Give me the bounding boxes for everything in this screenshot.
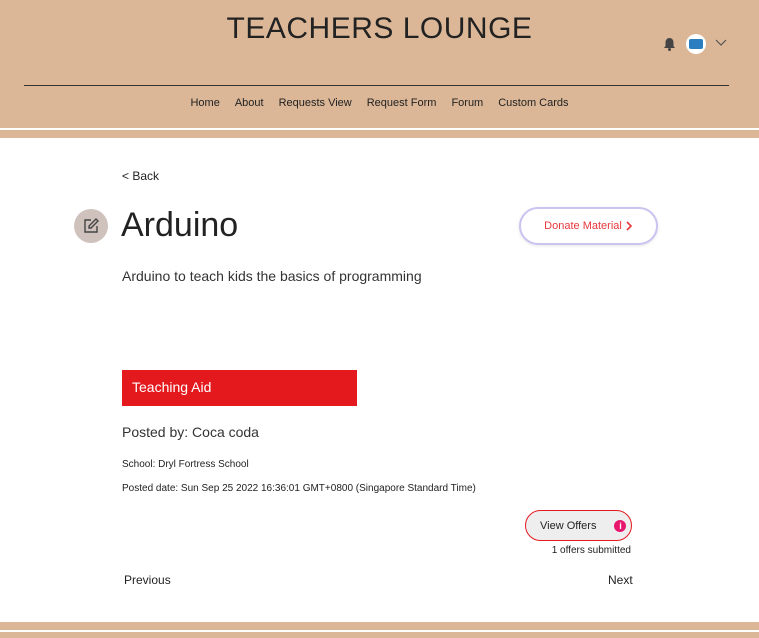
previous-link[interactable]: Previous [124,573,171,587]
pencil-icon [84,218,99,233]
donate-material-button[interactable]: Donate Material [519,207,658,245]
chevron-down-icon[interactable] [715,37,727,47]
next-link[interactable]: Next [608,573,633,587]
view-offers-label: View Offers [540,519,597,532]
view-offers-button[interactable]: View Offers i [525,510,632,541]
bell-icon[interactable] [663,37,676,51]
header-stripe [0,128,759,130]
request-description: Arduino to teach kids the basics of prog… [122,268,422,284]
site-title: TEACHERS LOUNGE [226,12,533,45]
school-name: School: Dryl Fortress School [122,459,249,470]
back-link[interactable]: < Back [122,169,159,183]
category-badge: Teaching Aid [122,370,357,406]
user-avatar[interactable] [686,34,706,54]
nav-custom-cards[interactable]: Custom Cards [498,97,568,109]
nav-request-form[interactable]: Request Form [367,97,437,109]
nav-forum[interactable]: Forum [451,97,483,109]
info-icon: i [614,519,627,532]
offers-count: 1 offers submitted [551,545,631,556]
header-divider [24,85,729,86]
donate-label: Donate Material [544,220,622,232]
chevron-right-icon [626,221,632,231]
main-nav: Home About Requests View Request Form Fo… [0,97,759,109]
page-title: Arduino [121,206,239,244]
edit-button[interactable] [74,209,108,243]
posted-by: Posted by: Coca coda [122,424,259,440]
nav-home[interactable]: Home [190,97,219,109]
site-footer [0,622,759,638]
nav-about[interactable]: About [235,97,264,109]
nav-requests-view[interactable]: Requests View [279,97,352,109]
site-header: TEACHERS LOUNGE Home About Requests View… [0,0,759,138]
posted-date: Posted date: Sun Sep 25 2022 16:36:01 GM… [122,483,476,494]
